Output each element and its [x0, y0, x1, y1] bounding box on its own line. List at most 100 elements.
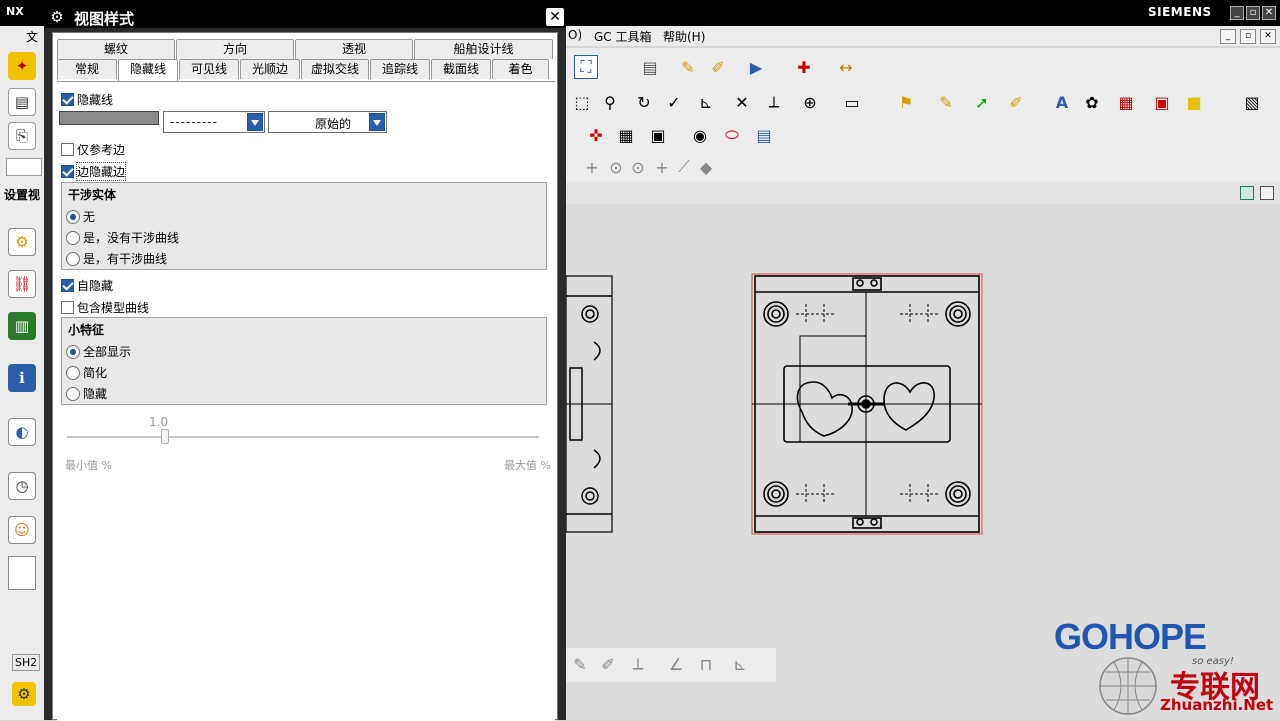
edit-icon[interactable]: ✎: [934, 90, 958, 114]
tab-smooth-edges[interactable]: 光顺边: [240, 59, 300, 79]
view-arrow-icon[interactable]: ▶: [744, 55, 768, 79]
origin-icon[interactable]: ✜: [584, 123, 608, 147]
snap-point-icon[interactable]: ✎: [676, 55, 700, 79]
edit-frame-icon[interactable]: ⊓: [694, 652, 718, 676]
small-features-hide-dot[interactable]: [66, 386, 80, 401]
tab-perspective[interactable]: 透视: [295, 39, 413, 59]
interfering-yes-with-curves-dot[interactable]: [66, 251, 80, 266]
edges-hidden-by-edges-checkbox[interactable]: 边隐藏边: [61, 162, 127, 181]
snap-quadrant-icon[interactable]: ⊙: [626, 155, 650, 179]
hidden-line-color-swatch[interactable]: [59, 111, 159, 125]
rotate-icon[interactable]: ↻: [632, 90, 656, 114]
document-icon[interactable]: ▤: [752, 123, 776, 147]
edit-text-icon[interactable]: ⟂: [626, 652, 650, 676]
file-menu-char[interactable]: 文: [26, 28, 38, 45]
snap-end-icon[interactable]: +: [580, 155, 604, 179]
history-icon[interactable]: ◷: [8, 472, 36, 500]
mdi-close-icon[interactable]: ✕: [1260, 29, 1276, 44]
tool-icon[interactable]: ✐: [1004, 90, 1028, 114]
tab-general[interactable]: 常规: [57, 59, 117, 79]
small-features-show-all-dot[interactable]: [66, 344, 80, 359]
tab-virtual-intersections[interactable]: 虚拟交线: [301, 59, 369, 79]
yellow-box-icon[interactable]: ■: [1182, 90, 1206, 114]
frame-icon[interactable]: ▣: [646, 123, 670, 147]
small-features-simplify-radio[interactable]: 简化: [66, 364, 107, 381]
green-arrow-icon[interactable]: ➚: [970, 90, 994, 114]
tab-hidden-lines[interactable]: 隐藏线: [118, 59, 178, 81]
palette-icon[interactable]: ▥: [8, 312, 36, 340]
snap-face-icon[interactable]: ◆: [694, 155, 718, 179]
system-scene-icon[interactable]: [8, 556, 36, 590]
line-style-dropdown[interactable]: ---------: [163, 111, 265, 133]
interfering-yes-with-curves-radio[interactable]: 是，有干涉曲线: [66, 250, 167, 267]
constraint-navigator-icon[interactable]: ⛓: [8, 270, 36, 298]
fit-view-icon[interactable]: ⛶: [574, 55, 598, 79]
menu-item-help[interactable]: 帮助(H): [663, 28, 705, 45]
close-icon[interactable]: ✕: [1262, 6, 1276, 20]
hidden-lines-checkbox[interactable]: 隐藏线: [61, 91, 113, 108]
small-feature-tolerance-slider[interactable]: [67, 429, 539, 444]
interfering-none-radio[interactable]: 无: [66, 208, 95, 225]
snap-line-icon[interactable]: ⟋: [672, 155, 696, 179]
angle-icon[interactable]: ⟂: [762, 90, 786, 114]
tool-settings-icon[interactable]: ⚙: [12, 682, 36, 706]
viewport-restore-icon[interactable]: [1240, 186, 1254, 200]
info-icon[interactable]: ℹ: [8, 364, 36, 392]
eye-icon[interactable]: ◉: [688, 123, 712, 147]
self-hidden-box[interactable]: [61, 279, 74, 292]
cross-icon[interactable]: ✕: [730, 90, 754, 114]
text-a-icon[interactable]: A: [1050, 90, 1074, 114]
tab-shading[interactable]: 着色: [492, 59, 549, 79]
roles-icon[interactable]: ☺: [8, 516, 36, 544]
chevron-down-icon[interactable]: [369, 113, 385, 131]
mdi-restore-icon[interactable]: ▫: [1240, 29, 1256, 44]
minimize-icon[interactable]: _: [1230, 6, 1244, 20]
check-icon[interactable]: ✓: [662, 90, 686, 114]
hidden-lines-checkbox-box[interactable]: [61, 93, 74, 106]
assembly-icon[interactable]: ▧: [1240, 90, 1264, 114]
tab-visible-lines[interactable]: 可见线: [179, 59, 239, 79]
part-navigator-icon[interactable]: ⎘: [8, 122, 36, 150]
table-icon[interactable]: ▦: [1114, 90, 1138, 114]
line-width-dropdown[interactable]: 原始的: [268, 111, 387, 133]
dialog-title-bar[interactable]: ⚙ 视图样式 ✕: [44, 6, 566, 28]
snap-intersect-icon[interactable]: +: [650, 155, 674, 179]
viewport-max-icon[interactable]: [1260, 186, 1274, 200]
note-icon[interactable]: ✿: [1080, 90, 1104, 114]
reference-edges-only-box[interactable]: [61, 143, 74, 156]
menu-item-gc-toolbox[interactable]: GC 工具箱: [594, 28, 652, 45]
web-browser-icon[interactable]: ◐: [8, 418, 36, 446]
interfering-yes-no-curves-radio[interactable]: 是，没有干涉曲线: [66, 229, 179, 246]
menu-item-o[interactable]: O): [568, 28, 582, 42]
grid-icon[interactable]: ▦: [614, 123, 638, 147]
small-features-hide-radio[interactable]: 隐藏: [66, 385, 107, 402]
tab-orientation[interactable]: 方向: [176, 39, 294, 59]
edit-dim-icon[interactable]: ⊾: [728, 652, 752, 676]
new-file-icon[interactable]: ▤: [8, 88, 36, 116]
small-features-simplify-dot[interactable]: [66, 365, 80, 380]
tab-thread[interactable]: 螺纹: [57, 39, 175, 59]
tab-ship-design-lines[interactable]: 船舶设计线: [414, 39, 553, 59]
cylinder-icon[interactable]: ⬭: [720, 123, 744, 147]
flag-icon[interactable]: ⚑: [894, 90, 918, 114]
nx-start-icon[interactable]: ✦: [8, 52, 36, 80]
include-model-curves-checkbox[interactable]: 包含模型曲线: [61, 299, 149, 316]
edit-angle-icon[interactable]: ∠: [664, 652, 688, 676]
measure-icon[interactable]: ✐: [706, 55, 730, 79]
small-features-show-all-radio[interactable]: 全部显示: [66, 343, 131, 360]
chevron-down-icon[interactable]: [247, 113, 263, 131]
ruler-icon[interactable]: ↔: [834, 55, 858, 79]
self-hidden-checkbox[interactable]: 自隐藏: [61, 277, 113, 294]
image-icon[interactable]: ▭: [840, 90, 864, 114]
edit-annotation-icon[interactable]: ✐: [596, 652, 620, 676]
assembly-navigator-icon[interactable]: ⚙: [8, 228, 36, 256]
include-model-curves-box[interactable]: [61, 301, 74, 314]
edit-style-icon[interactable]: ✎: [568, 652, 592, 676]
zoom-icon[interactable]: ⚲: [598, 90, 622, 114]
box-icon[interactable]: ▣: [1150, 90, 1174, 114]
axis-icon[interactable]: ⊾: [694, 90, 718, 114]
target-icon[interactable]: ⊕: [798, 90, 822, 114]
tab-section-lines[interactable]: 截面线: [431, 59, 491, 79]
reference-edges-only-checkbox[interactable]: 仅参考边: [61, 141, 125, 158]
restore-icon[interactable]: ▫: [1246, 6, 1260, 20]
